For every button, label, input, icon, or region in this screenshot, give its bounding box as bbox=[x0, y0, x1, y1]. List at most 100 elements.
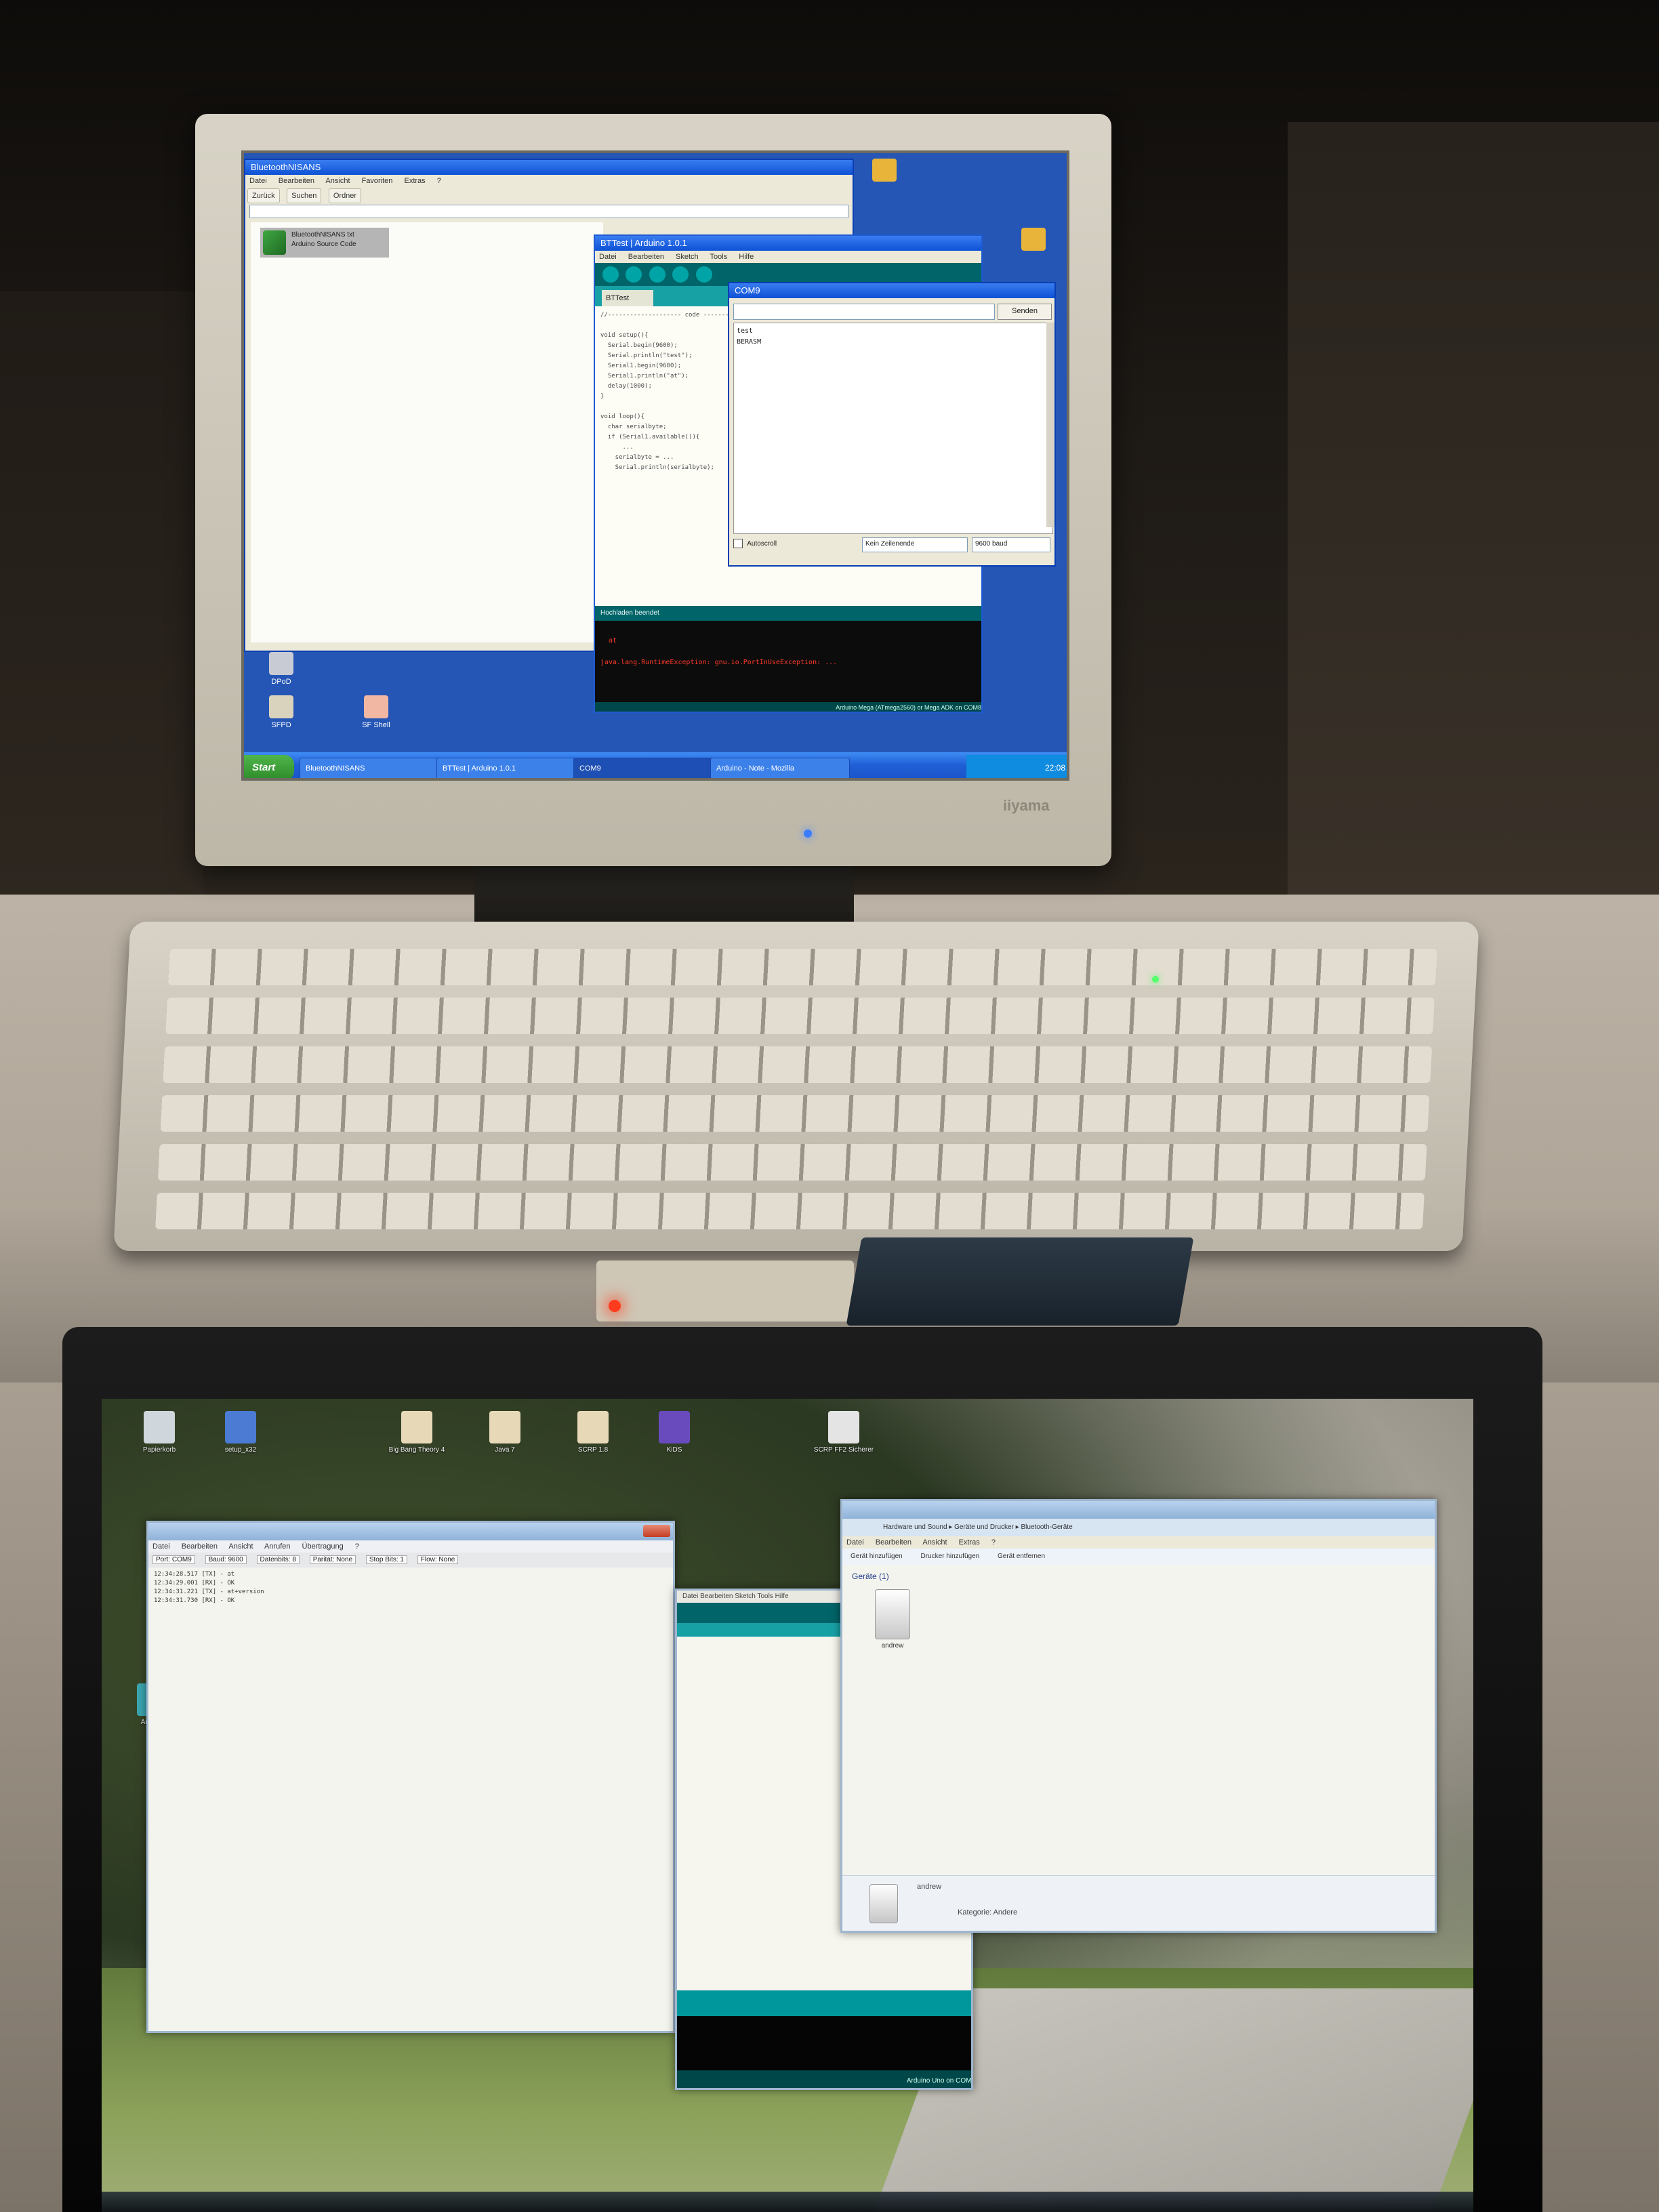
upload-icon[interactable] bbox=[626, 266, 642, 283]
menu-item[interactable]: Hilfe bbox=[739, 253, 754, 261]
right-shelf bbox=[1288, 122, 1659, 901]
details-name: andrew bbox=[917, 1883, 942, 1891]
file-item[interactable]: BluetoothNISANS txt Arduino Source Code bbox=[260, 228, 389, 258]
back-button[interactable]: Zurück bbox=[247, 188, 280, 203]
menu-item[interactable]: ? bbox=[355, 1542, 359, 1551]
desktop-icon[interactable]: SFPD bbox=[251, 695, 312, 729]
taskbar-item[interactable]: COM9 bbox=[573, 758, 713, 778]
save-icon[interactable] bbox=[695, 266, 712, 283]
file-icon bbox=[828, 1411, 859, 1443]
tab-sketch[interactable]: BTTest bbox=[602, 290, 653, 306]
parity-select[interactable]: Parität: None bbox=[309, 1555, 356, 1564]
menu-item[interactable]: Tools bbox=[710, 253, 728, 261]
arduino-board bbox=[846, 1237, 1194, 1326]
left-shelf bbox=[0, 291, 203, 901]
folders-button[interactable]: Ordner bbox=[328, 188, 362, 203]
line-ending-select[interactable]: Kein Zeilenende bbox=[862, 537, 968, 552]
menu-item[interactable]: Ansicht bbox=[922, 1538, 947, 1547]
close-button[interactable] bbox=[643, 1525, 670, 1537]
menu-item[interactable]: Datei bbox=[846, 1538, 864, 1547]
port-select[interactable]: Port: COM9 bbox=[152, 1555, 195, 1564]
serial-monitor-window[interactable]: COM9 Senden test BERASM Autoscroll Kein … bbox=[728, 282, 1056, 567]
desktop-icon[interactable]: KiDS bbox=[637, 1411, 712, 1454]
desktop-icon-label: SCRP FF2 Sicherer bbox=[813, 1446, 874, 1454]
menu-item[interactable]: Bearbeiten bbox=[182, 1542, 218, 1551]
remove-device-button[interactable]: Gerät entfernen bbox=[998, 1553, 1045, 1560]
menu-item[interactable]: Datei bbox=[599, 253, 617, 261]
menu-item[interactable]: ? bbox=[991, 1538, 996, 1547]
file-icon bbox=[577, 1411, 609, 1443]
desktop-icon[interactable]: Papierkorb bbox=[122, 1411, 197, 1454]
device-group-header[interactable]: Geräte (1) bbox=[842, 1565, 1435, 1588]
arduino-file-icon bbox=[263, 230, 286, 255]
desktop-icon[interactable]: SF Shell bbox=[346, 695, 407, 729]
desktop-icon-label: DPoD bbox=[271, 678, 291, 686]
address-bar[interactable] bbox=[249, 205, 848, 218]
add-printer-button[interactable]: Drucker hinzufügen bbox=[921, 1553, 980, 1560]
breadcrumb-path[interactable]: Hardware und Sound ▸ Geräte und Drucker … bbox=[883, 1523, 1073, 1531]
terminal-menubar: Datei Bearbeiten Ansicht Anrufen Übertra… bbox=[148, 1540, 673, 1553]
menu-item[interactable]: Favoriten bbox=[362, 177, 393, 185]
key-row bbox=[157, 1144, 1427, 1181]
key-row bbox=[167, 949, 1437, 985]
baud-select[interactable]: 9600 baud bbox=[972, 537, 1050, 552]
menu-item[interactable]: Ansicht bbox=[228, 1542, 253, 1551]
desktop-icon[interactable]: SCRP FF2 Sicherer bbox=[806, 1411, 881, 1454]
desktop-icon[interactable]: Java 7 bbox=[468, 1411, 542, 1454]
add-device-button[interactable]: Gerät hinzufügen bbox=[851, 1553, 903, 1560]
taskbar-item[interactable]: Arduino - Note - Mozilla bbox=[710, 758, 850, 778]
red-led-icon bbox=[609, 1300, 621, 1312]
open-icon[interactable] bbox=[672, 266, 689, 283]
menu-item[interactable]: Bearbeiten bbox=[628, 253, 664, 261]
baud-select[interactable]: Baud: 9600 bbox=[205, 1555, 247, 1564]
desktop-icon-label: SF Shell bbox=[362, 721, 390, 729]
menu-item[interactable]: Bearbeiten bbox=[279, 177, 314, 185]
taskbar-item[interactable]: BTTest | Arduino 1.0.1 bbox=[436, 758, 576, 778]
folder-icon bbox=[872, 159, 897, 182]
menu-item[interactable]: Extras bbox=[959, 1538, 980, 1547]
desktop-icon[interactable] bbox=[854, 159, 915, 184]
desktop-icon-label: Java 7 bbox=[495, 1446, 515, 1454]
terminal-window[interactable]: Datei Bearbeiten Ansicht Anrufen Übertra… bbox=[146, 1521, 675, 2033]
start-button[interactable]: Start bbox=[244, 755, 294, 778]
scrollbar[interactable] bbox=[1046, 323, 1054, 527]
device-icon bbox=[875, 1589, 910, 1639]
menu-item[interactable]: Sketch bbox=[676, 253, 699, 261]
desktop-icon[interactable]: SCRP 1.8 bbox=[556, 1411, 630, 1454]
breadboard bbox=[596, 1261, 854, 1322]
menu-item[interactable]: Datei bbox=[249, 177, 267, 185]
desktop-icon[interactable]: Big Bang Theory 4 bbox=[380, 1411, 454, 1454]
serial-send-button[interactable]: Senden bbox=[998, 304, 1052, 320]
file-type: Arduino Source Code bbox=[291, 241, 356, 248]
desktop-icon[interactable]: setup_x32 bbox=[203, 1411, 278, 1454]
menu-item[interactable]: Anrufen bbox=[264, 1542, 291, 1551]
stopbits-select[interactable]: Stop Bits: 1 bbox=[365, 1555, 407, 1564]
databits-select[interactable]: Datenbits: 8 bbox=[256, 1555, 300, 1564]
menu-item[interactable]: Bearbeiten bbox=[876, 1538, 912, 1547]
menu-item[interactable]: Extras bbox=[404, 177, 425, 185]
desktop-icon[interactable]: DPoD bbox=[251, 652, 312, 686]
serial-send-input[interactable] bbox=[733, 304, 995, 320]
menu-item[interactable]: Übertragung bbox=[302, 1542, 344, 1551]
menu-item[interactable]: ? bbox=[437, 177, 441, 185]
devices-titlebar bbox=[842, 1501, 1435, 1519]
search-button[interactable]: Suchen bbox=[287, 188, 322, 203]
desktop-icon[interactable] bbox=[1003, 228, 1064, 253]
app-icon bbox=[659, 1411, 690, 1443]
autoscroll-label: Autoscroll bbox=[747, 540, 777, 548]
file-name: BluetoothNISANS txt bbox=[291, 231, 354, 239]
flow-select[interactable]: Flow: None bbox=[417, 1555, 459, 1564]
devices-menubar: Datei Bearbeiten Ansicht Extras ? bbox=[842, 1536, 1435, 1549]
menu-item[interactable]: Ansicht bbox=[325, 177, 350, 185]
new-icon[interactable] bbox=[649, 266, 665, 283]
taskbar-item[interactable]: BluetoothNISANS bbox=[300, 758, 439, 778]
monitor-brand-logo: iiyama bbox=[1003, 797, 1050, 814]
verify-icon[interactable] bbox=[602, 266, 619, 283]
terminal-settings-bar: Port: COM9 Baud: 9600 Datenbits: 8 Parit… bbox=[148, 1553, 673, 1568]
menu-item[interactable]: Datei bbox=[152, 1542, 170, 1551]
device-tile[interactable]: andrew bbox=[856, 1582, 929, 1664]
serial-output: test BERASM bbox=[733, 323, 1053, 534]
autoscroll-checkbox[interactable] bbox=[733, 539, 743, 549]
breadcrumb[interactable]: Hardware und Sound ▸ Geräte und Drucker … bbox=[842, 1519, 1435, 1536]
devices-window[interactable]: Hardware und Sound ▸ Geräte und Drucker … bbox=[840, 1499, 1437, 1933]
